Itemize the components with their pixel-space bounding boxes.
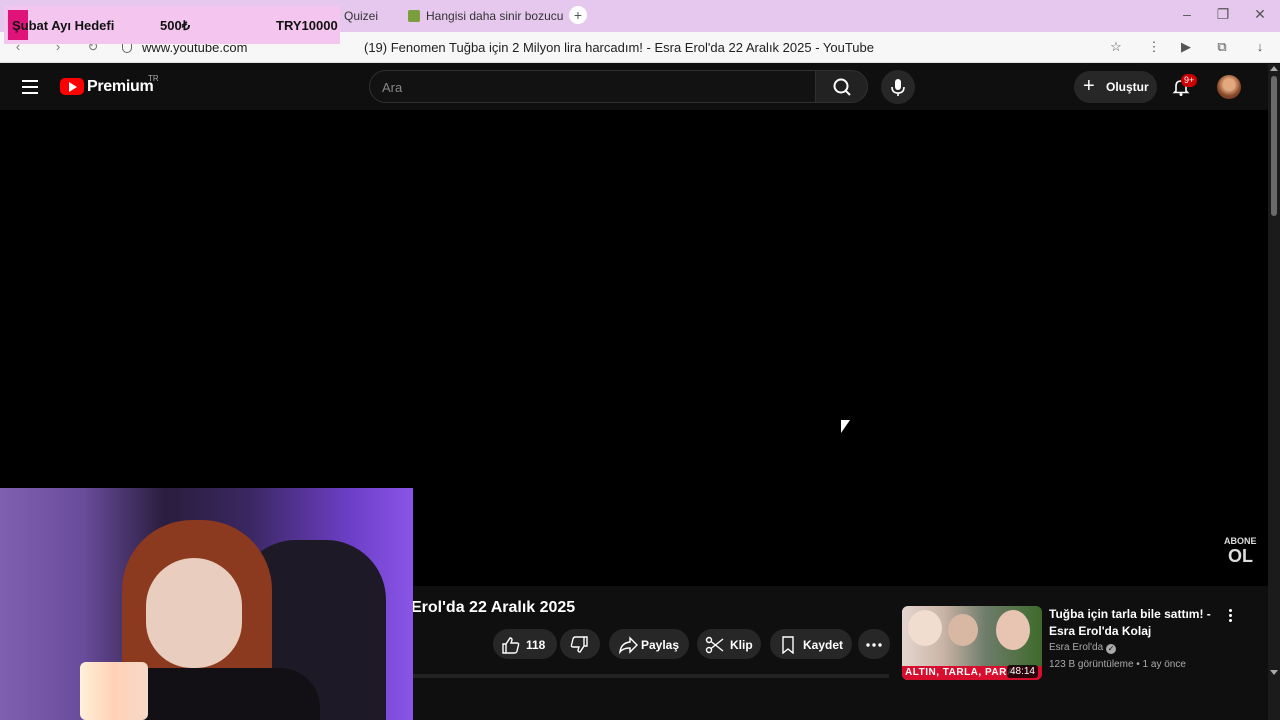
create-label: Oluştur [1106, 80, 1149, 94]
subscribe-watermark: ABONE OL [1224, 536, 1257, 567]
tab-label: Quizei [344, 9, 379, 23]
tab-label: Hangisi daha sinir bozucu [426, 9, 564, 23]
recommended-meta: 123 B görüntüleme • 1 ay önce [1049, 659, 1186, 670]
video-title: Erol'da 22 Aralık 2025 [411, 599, 576, 616]
goal-current: 500₺ [160, 18, 190, 33]
new-tab-button[interactable]: + [569, 6, 587, 24]
more-menu-icon[interactable]: ⋮ [1146, 39, 1162, 55]
watermark-big: OL [1228, 546, 1253, 566]
verified-icon: ✓ [1106, 644, 1117, 654]
recommended-title[interactable]: Tuğba için tarla bile sattım! - Esra Ero… [1049, 606, 1219, 640]
search-icon [833, 78, 851, 96]
youtube-header: Premium TR + Oluştur 9+ [0, 64, 1268, 110]
minimize-icon[interactable]: – [1177, 6, 1197, 22]
notification-badge: 9+ [1181, 74, 1198, 87]
thumbs-up-icon [502, 637, 520, 654]
youtube-logo-icon[interactable] [60, 78, 84, 95]
menu-icon[interactable] [22, 80, 38, 94]
search-button[interactable] [815, 70, 868, 103]
bookmark-save-icon [782, 636, 794, 654]
media-icon[interactable]: ▶ [1178, 39, 1194, 55]
streamer-face [146, 558, 242, 668]
create-button[interactable]: + Oluştur [1074, 71, 1157, 103]
search-box [369, 70, 816, 103]
video-duration: 48:14 [1006, 665, 1038, 678]
screen: Quizei Hangisi daha sinir bozucu + – ❐ ✕… [0, 0, 1280, 720]
more-actions-button[interactable] [858, 629, 890, 659]
mouse-cursor-icon [841, 420, 850, 433]
like-count: 118 [526, 638, 546, 652]
recommended-thumbnail[interactable]: ALTIN, TARLA, PARA 48:14 [902, 606, 1042, 680]
save-button[interactable]: Kaydet [770, 629, 852, 659]
bookmark-icon[interactable]: ☆ [1108, 39, 1124, 55]
watermark-small: ABONE [1224, 536, 1257, 546]
download-icon[interactable]: ↓ [1252, 39, 1268, 55]
share-label: Paylaş [641, 638, 680, 652]
plus-icon: + [1083, 75, 1095, 97]
tab-favicon-icon [408, 10, 420, 22]
scroll-up-icon[interactable] [1270, 66, 1278, 71]
recommended-channel[interactable]: Esra Erol'da ✓ [1049, 642, 1117, 654]
scissors-icon [705, 636, 724, 654]
page-title: (19) Fenomen Tuğba için 2 Milyon lira ha… [364, 40, 874, 55]
clip-button[interactable]: Klip [697, 629, 761, 659]
more-horizontal-icon [866, 643, 882, 647]
account-avatar[interactable] [1217, 75, 1241, 99]
description-divider [413, 674, 889, 678]
browser-tab-quizei[interactable]: Quizei [344, 6, 378, 26]
share-icon [619, 636, 638, 654]
recommended-menu-icon[interactable] [1225, 609, 1235, 625]
goal-target: TRY10000 [276, 18, 338, 33]
dislike-button[interactable] [560, 629, 600, 659]
search-input[interactable] [382, 78, 802, 96]
goal-label: Şubat Ayı Hedefi [12, 18, 115, 33]
restore-icon[interactable]: ❐ [1213, 6, 1233, 23]
browser-tab-hangisi[interactable]: Hangisi daha sinir bozucu [408, 6, 563, 26]
desk-lamp [80, 662, 148, 720]
save-label: Kaydet [803, 638, 844, 652]
donation-goal-overlay: Şubat Ayı Hedefi 500₺ TRY10000 [4, 6, 340, 44]
voice-search-button[interactable] [881, 70, 915, 104]
channel-name: Esra Erol'da [1049, 642, 1104, 653]
scroll-thumb[interactable] [1271, 76, 1277, 216]
webcam-overlay [0, 488, 413, 720]
clip-label: Klip [730, 638, 753, 652]
share-button[interactable]: Paylaş [609, 629, 689, 659]
scroll-down-icon[interactable] [1270, 670, 1278, 675]
like-button[interactable]: 118 [493, 629, 557, 659]
extension-icon[interactable]: ⧉ [1214, 39, 1230, 55]
country-code: TR [148, 74, 159, 83]
page-scrollbar[interactable] [1268, 64, 1280, 720]
thumbs-down-icon [570, 636, 588, 653]
microphone-icon [891, 79, 905, 96]
close-window-icon[interactable]: ✕ [1250, 6, 1270, 23]
youtube-brand[interactable]: Premium [87, 78, 154, 96]
